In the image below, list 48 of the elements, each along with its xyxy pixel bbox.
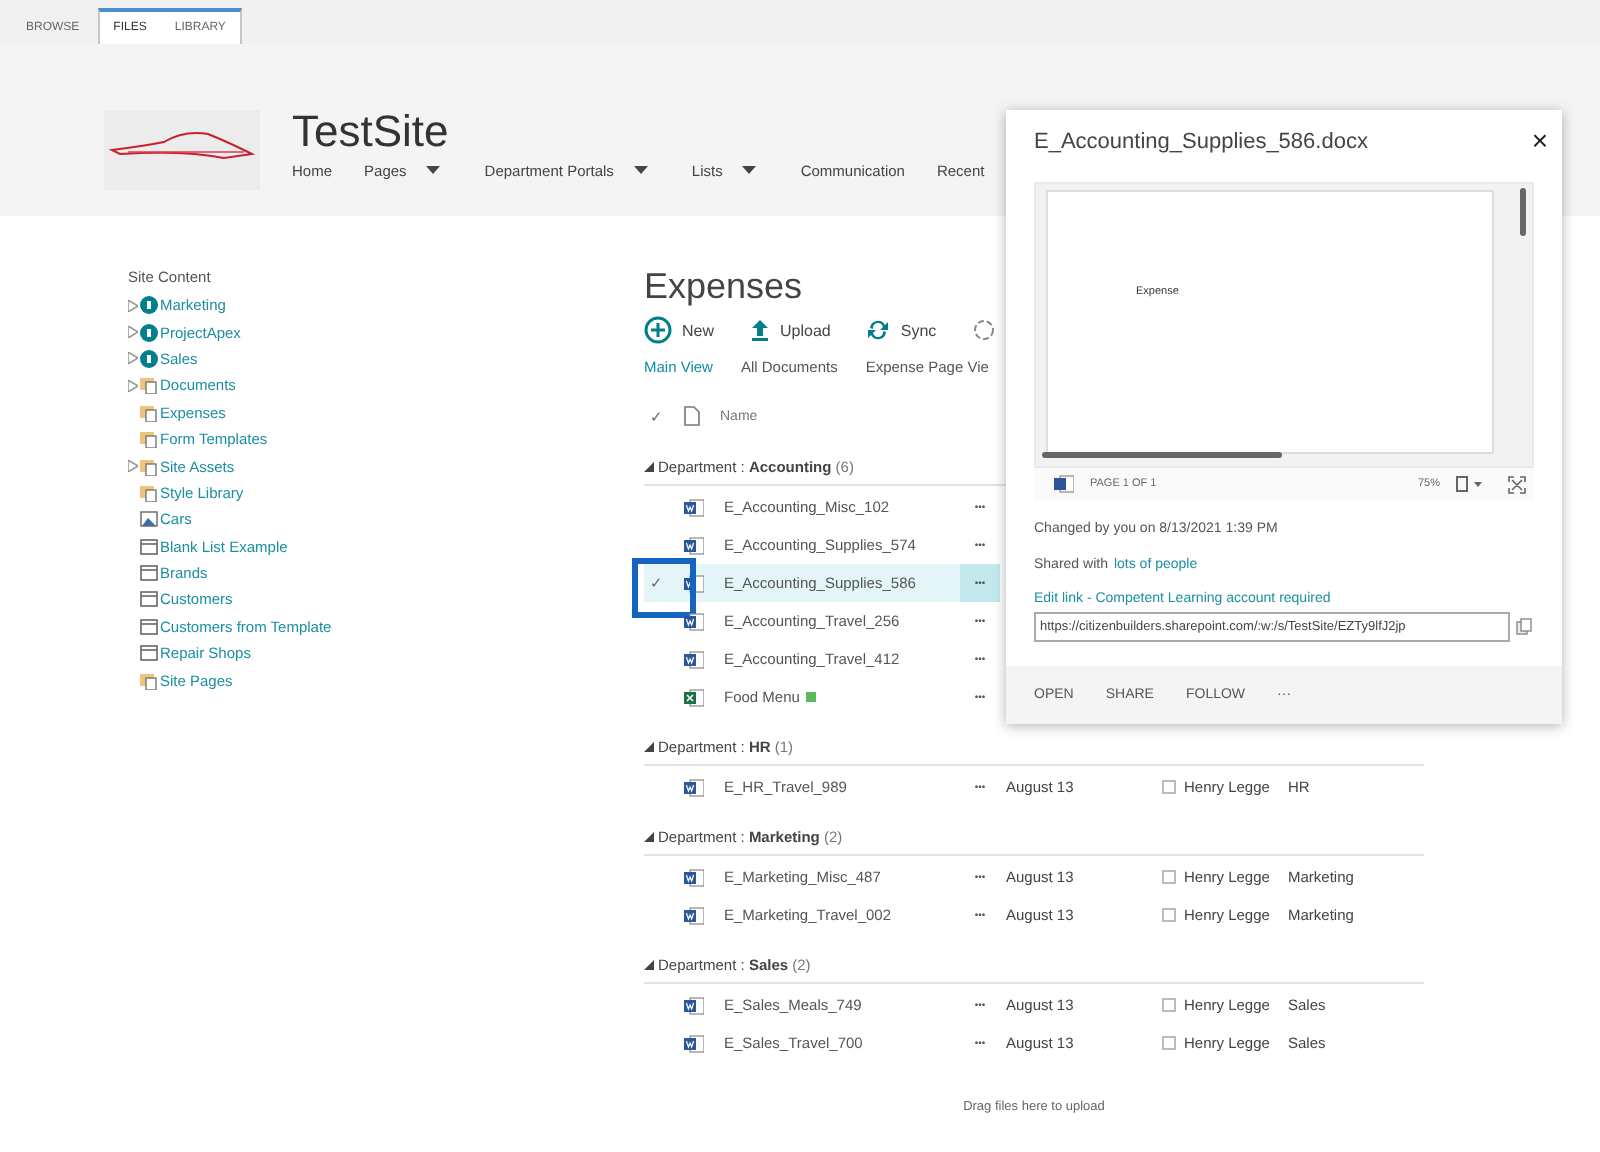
folder-icon [140, 483, 158, 502]
picture-icon [140, 510, 158, 529]
site-title[interactable]: TestSite [292, 106, 449, 158]
word-icon [1054, 474, 1074, 494]
word-file-icon [684, 497, 704, 517]
list-icon [140, 644, 158, 663]
folder-icon [140, 403, 158, 422]
sync-button[interactable]: Sync [866, 318, 937, 342]
close-button[interactable]: × [1531, 130, 1548, 150]
library-title: Expenses [644, 266, 803, 310]
upload-button[interactable]: Upload [750, 318, 831, 342]
word-file-icon [684, 573, 704, 593]
checkbox[interactable] [1162, 998, 1176, 1012]
folder-icon [140, 457, 158, 476]
folder-icon [140, 376, 158, 395]
sync-icon [866, 318, 891, 342]
word-file-icon [684, 777, 704, 797]
folder-icon [140, 430, 158, 449]
copy-icon [1516, 618, 1532, 636]
word-file-icon [684, 1033, 704, 1053]
subsite-icon [140, 296, 158, 315]
list-icon [140, 617, 158, 636]
checkbox[interactable] [1162, 1036, 1176, 1050]
page-view-button[interactable] [1456, 476, 1484, 492]
scrollbar-thumb[interactable] [1042, 452, 1282, 458]
word-file-icon [684, 995, 704, 1015]
word-file-icon [684, 535, 704, 555]
callout-title: E_Accounting_Supplies_586.docx [1034, 130, 1368, 154]
plus-circle-icon [644, 316, 672, 344]
subsite-icon [140, 323, 158, 342]
list-icon [140, 590, 158, 609]
new-button[interactable]: New [644, 316, 715, 344]
checkbox[interactable] [1162, 908, 1176, 922]
list-icon [140, 564, 158, 583]
word-file-icon [684, 649, 704, 669]
word-file-icon [684, 611, 704, 631]
scrollbar-thumb[interactable] [1520, 188, 1526, 236]
folder-icon [140, 671, 158, 690]
word-file-icon [684, 905, 704, 925]
subsite-icon [140, 349, 158, 368]
upload-arrow-icon [750, 318, 771, 342]
excel-file-icon [684, 687, 704, 707]
file-type-icon [684, 406, 700, 426]
word-file-icon [684, 867, 704, 887]
list-icon [140, 537, 158, 556]
fullscreen-button[interactable] [1508, 475, 1526, 493]
checkbox[interactable] [1162, 870, 1176, 884]
checkbox[interactable] [1162, 780, 1176, 794]
